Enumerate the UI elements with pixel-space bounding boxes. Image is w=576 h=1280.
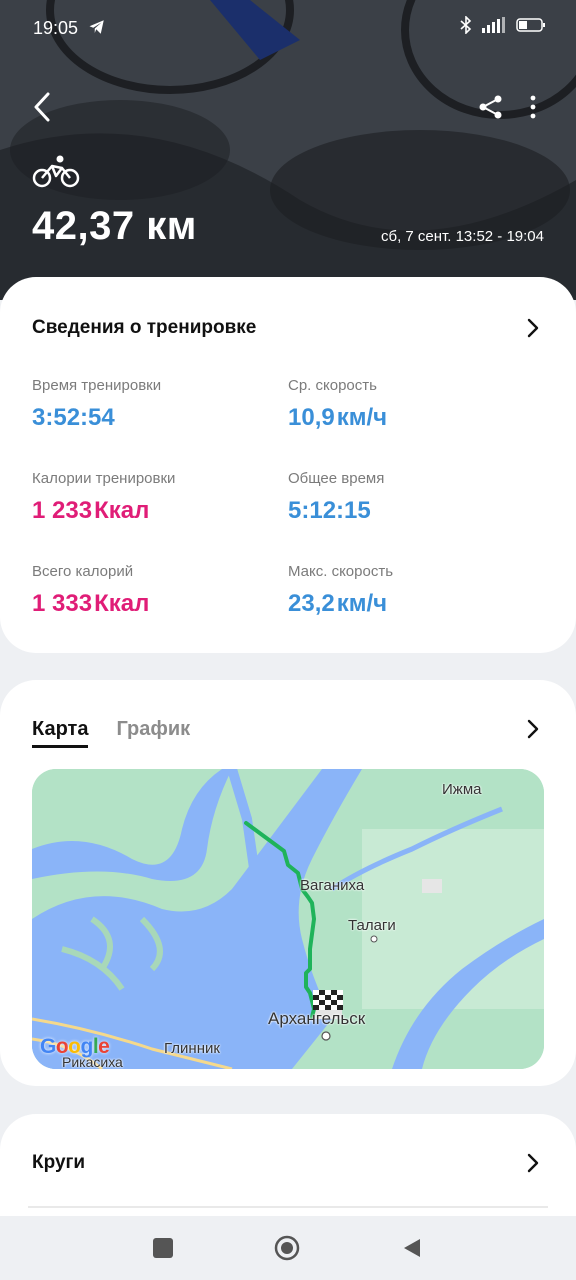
divider xyxy=(28,1206,548,1208)
map-tabs: Карта График xyxy=(32,718,190,748)
stat-total-time: Общее время 5:12:15 xyxy=(288,470,385,524)
tab-chart[interactable]: График xyxy=(116,718,190,748)
more-options-icon[interactable] xyxy=(524,94,542,120)
share-icon[interactable] xyxy=(478,94,504,120)
home-button[interactable] xyxy=(274,1235,300,1261)
route-map[interactable]: Ижма Ваганиха Талаги Архангельск Глинник… xyxy=(32,769,544,1069)
bluetooth-icon xyxy=(460,16,472,34)
recent-apps-button[interactable] xyxy=(153,1238,173,1258)
status-time: 19:05 xyxy=(33,18,79,38)
stat-workout-time: Время тренировки 3:52:54 xyxy=(32,377,162,431)
place-label: Ижма xyxy=(442,781,482,798)
stat-avg-speed: Ср. скорость 10,9км/ч xyxy=(288,377,388,431)
laps-title: Круги xyxy=(32,1152,86,1173)
card-title: Сведения о тренировке xyxy=(32,317,257,338)
status-bar: 19:05 xyxy=(0,0,576,56)
google-attribution: Google xyxy=(40,1035,110,1058)
place-label: Глинник xyxy=(164,1040,220,1057)
hero-header: 19:05 42,37 км сб, 7 сент. 13:52 - 19:04 xyxy=(0,0,576,300)
chevron-right-icon[interactable] xyxy=(526,317,540,339)
cycling-icon xyxy=(32,155,80,188)
chevron-right-icon[interactable] xyxy=(526,1152,540,1174)
place-label: Архангельск xyxy=(268,1009,366,1028)
telegram-icon xyxy=(89,20,104,34)
place-label: Талаги xyxy=(348,917,396,934)
signal-icon xyxy=(482,17,505,33)
place-label: Ваганиха xyxy=(300,877,365,894)
distance-value: 42,37 км xyxy=(32,204,197,248)
workout-date-range: сб, 7 сент. 13:52 - 19:04 xyxy=(380,228,544,245)
workout-details-card[interactable]: Сведения о тренировке Время тренировки 3… xyxy=(0,277,576,653)
back-arrow-icon[interactable] xyxy=(28,90,58,124)
battery-icon xyxy=(516,18,545,32)
map-card: Карта График Ижма Ваганиха Талаги Арханг… xyxy=(0,680,576,1086)
system-navigation-bar xyxy=(0,1216,576,1280)
back-button[interactable] xyxy=(402,1237,422,1259)
tab-map[interactable]: Карта xyxy=(32,718,89,748)
stat-max-speed: Макс. скорость 23,2км/ч xyxy=(288,563,394,617)
chevron-right-icon[interactable] xyxy=(526,718,540,740)
stat-workout-calories: Калории тренировки 1 233Ккал xyxy=(32,470,176,524)
stat-total-calories: Всего калорий 1 333Ккал xyxy=(32,563,150,617)
